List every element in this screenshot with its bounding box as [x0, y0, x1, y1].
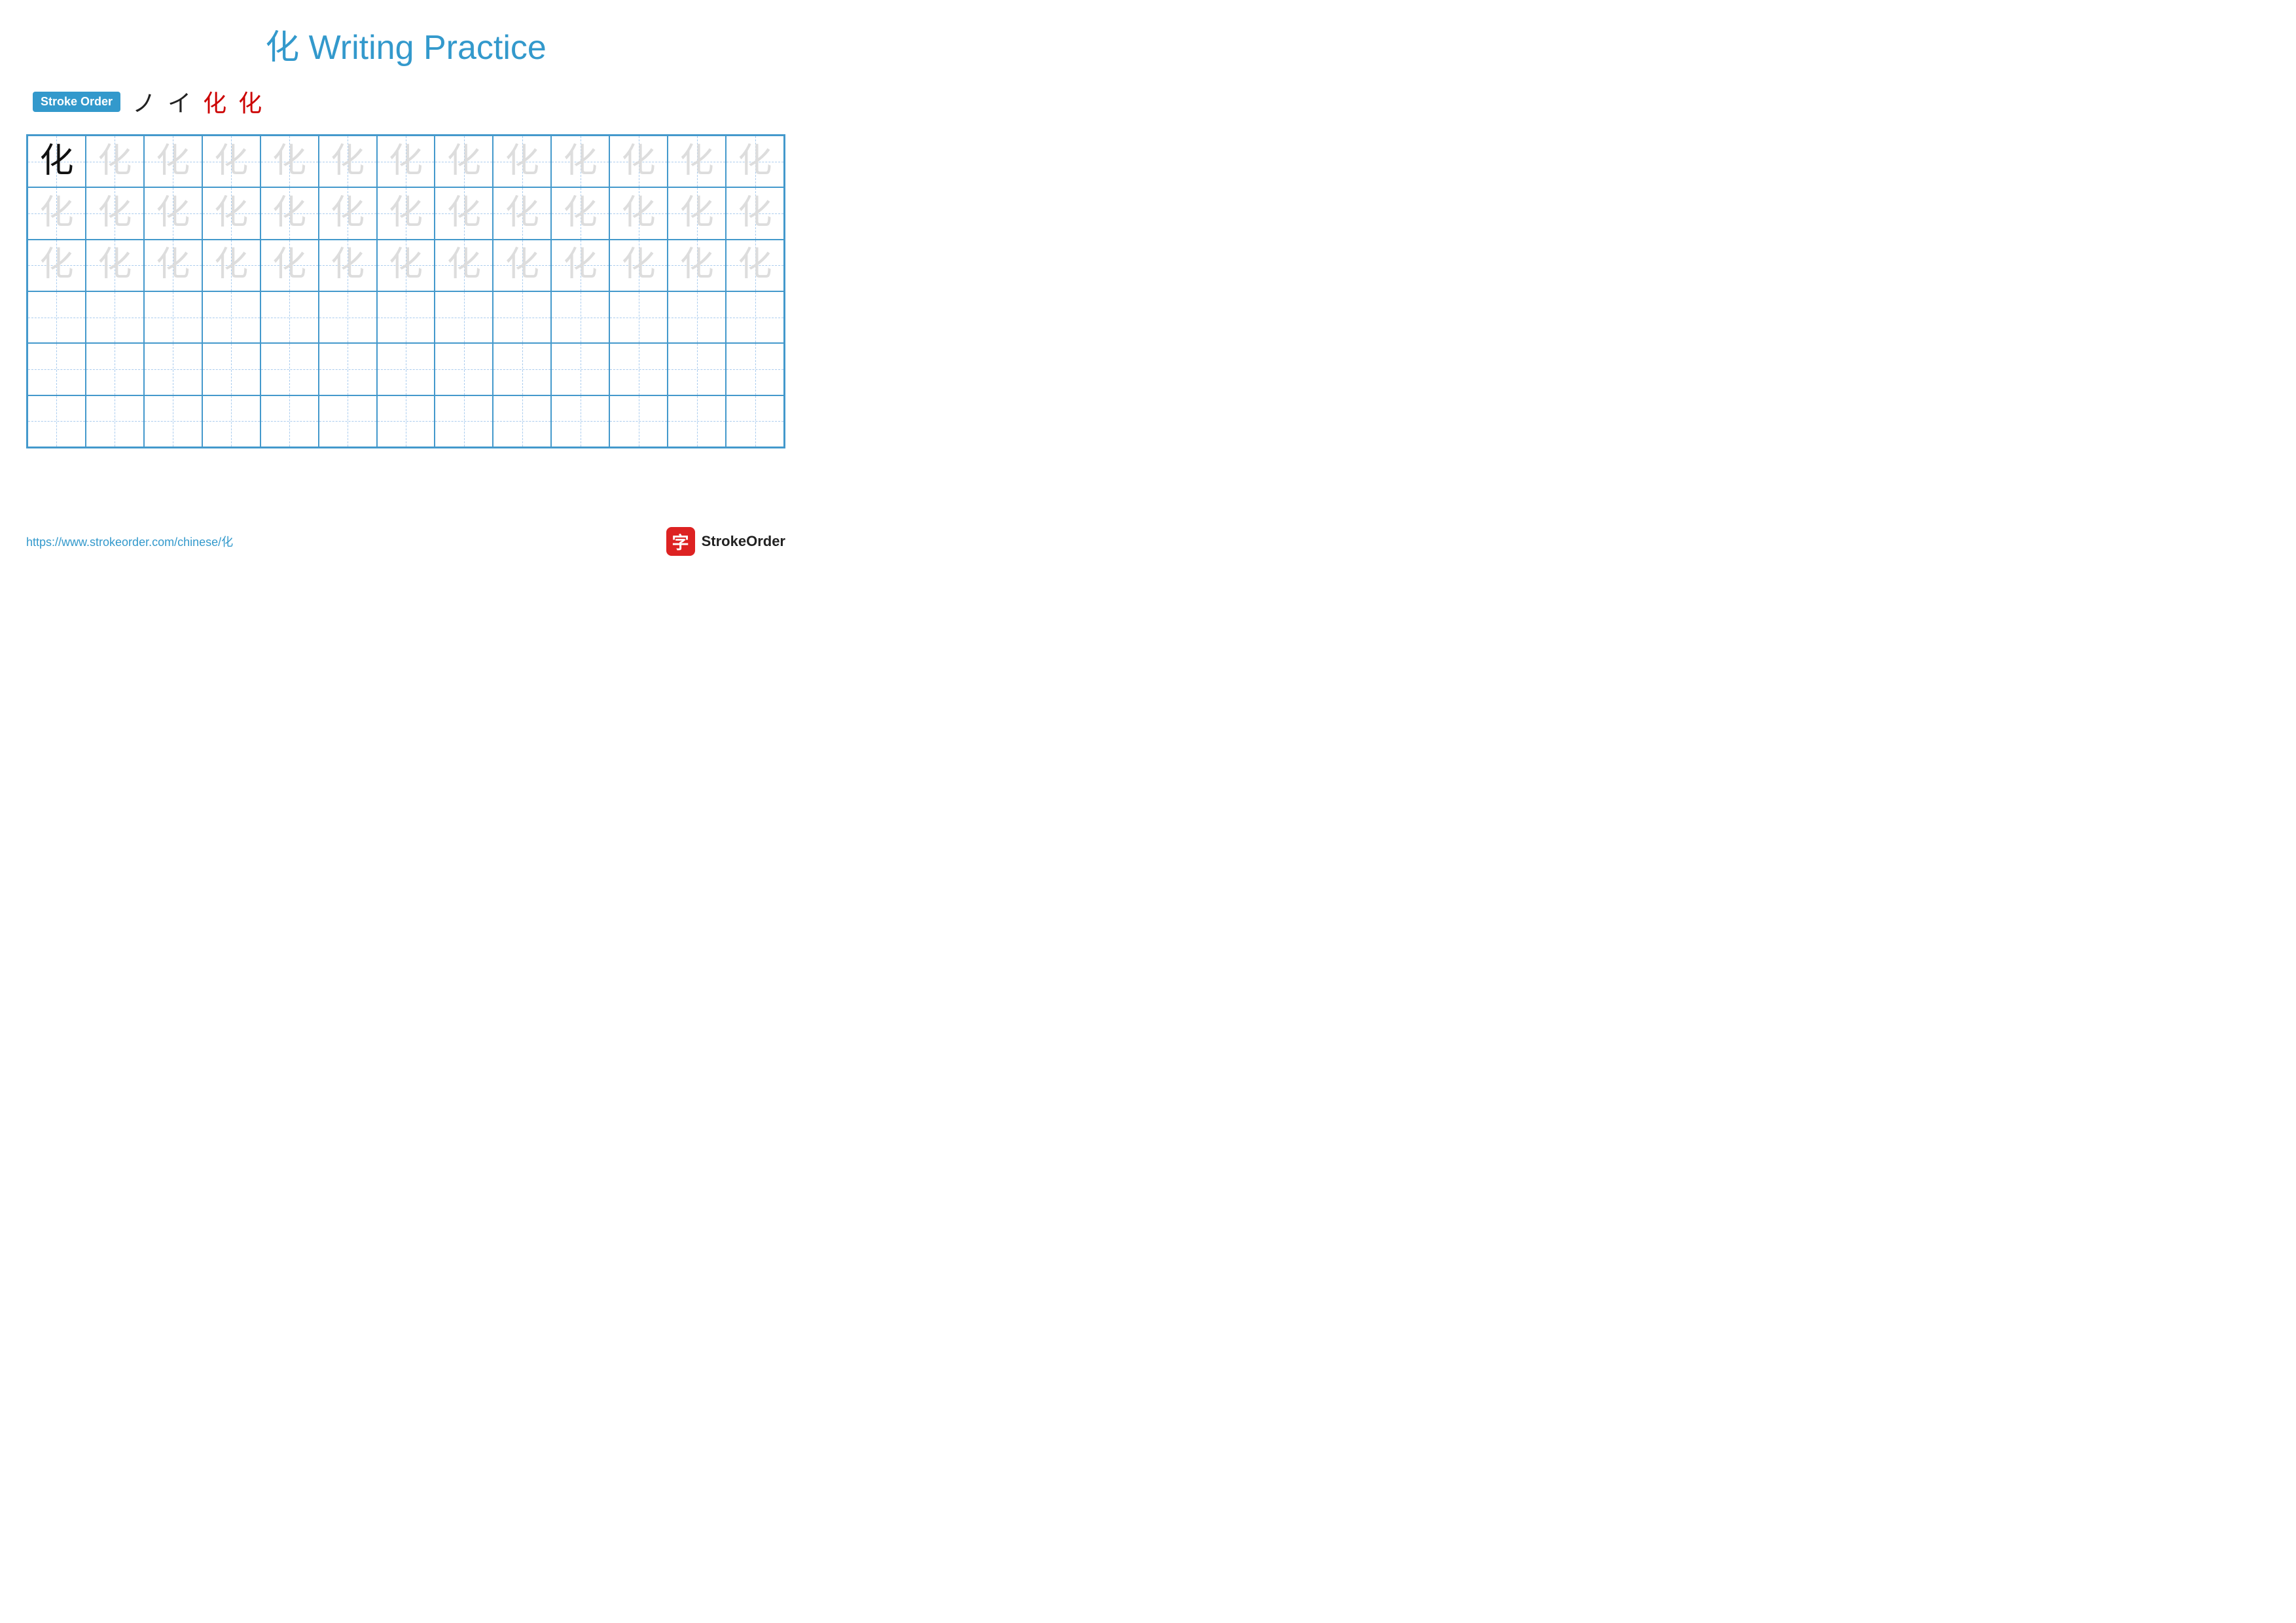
- grid-cell[interactable]: 化: [86, 187, 144, 239]
- stroke-step-1: ノ: [132, 84, 156, 119]
- title-character: 化: [265, 29, 299, 67]
- writing-grid: 化化化化化化化化化化化化化化化化化化化化化化化化化化化化化化化化化化化化化化化: [26, 134, 785, 448]
- grid-cell[interactable]: [668, 395, 726, 447]
- grid-cell[interactable]: [319, 395, 377, 447]
- grid-cell[interactable]: 化: [609, 136, 668, 187]
- grid-cell[interactable]: 化: [377, 136, 435, 187]
- grid-cell[interactable]: 化: [493, 136, 551, 187]
- grid-cell[interactable]: [86, 291, 144, 343]
- grid-cell[interactable]: [377, 395, 435, 447]
- stroke-step-2: イ: [168, 84, 191, 119]
- grid-cell[interactable]: [260, 343, 319, 395]
- grid-cell[interactable]: 化: [319, 136, 377, 187]
- stroke-step-3: 化: [203, 84, 226, 119]
- grid-cell[interactable]: [27, 343, 86, 395]
- grid-cell[interactable]: 化: [202, 136, 260, 187]
- grid-cell[interactable]: 化: [86, 136, 144, 187]
- brand-name: StrokeOrder: [702, 533, 785, 550]
- grid-cell[interactable]: 化: [668, 187, 726, 239]
- grid-cell[interactable]: [726, 395, 784, 447]
- grid-cell[interactable]: [668, 291, 726, 343]
- grid-cell[interactable]: 化: [260, 240, 319, 291]
- title-rest: Writing Practice: [299, 29, 547, 67]
- grid-cell[interactable]: [27, 291, 86, 343]
- grid-cell[interactable]: [493, 343, 551, 395]
- grid-cell[interactable]: [144, 343, 202, 395]
- grid-cell[interactable]: 化: [27, 136, 86, 187]
- grid-cell[interactable]: [86, 395, 144, 447]
- grid-cell[interactable]: [609, 395, 668, 447]
- grid-cell[interactable]: [27, 395, 86, 447]
- footer: https://www.strokeorder.com/chinese/化 字 …: [26, 527, 785, 556]
- grid-cell[interactable]: [609, 343, 668, 395]
- grid-cell[interactable]: 化: [27, 187, 86, 239]
- grid-cell[interactable]: 化: [202, 240, 260, 291]
- footer-brand: 字 StrokeOrder: [666, 527, 785, 556]
- grid-cell[interactable]: 化: [144, 136, 202, 187]
- grid-cell[interactable]: 化: [551, 187, 609, 239]
- grid-cell[interactable]: [202, 291, 260, 343]
- grid-cell[interactable]: 化: [726, 187, 784, 239]
- grid-cell[interactable]: 化: [668, 136, 726, 187]
- grid-cell[interactable]: 化: [493, 240, 551, 291]
- grid-cell[interactable]: 化: [726, 240, 784, 291]
- brand-icon: 字: [666, 527, 695, 556]
- grid-cell[interactable]: [551, 291, 609, 343]
- grid-cell[interactable]: 化: [144, 187, 202, 239]
- stroke-order-section: Stroke Order ノ イ 化 化: [33, 84, 785, 119]
- grid-cell[interactable]: [435, 343, 493, 395]
- grid-cell[interactable]: 化: [144, 240, 202, 291]
- grid-cell[interactable]: 化: [551, 240, 609, 291]
- grid-cell[interactable]: [493, 291, 551, 343]
- grid-cell[interactable]: [435, 395, 493, 447]
- grid-cell[interactable]: 化: [726, 136, 784, 187]
- footer-url[interactable]: https://www.strokeorder.com/chinese/化: [26, 533, 233, 550]
- grid-cell[interactable]: [144, 395, 202, 447]
- grid-cell[interactable]: [260, 291, 319, 343]
- grid-cell[interactable]: 化: [609, 240, 668, 291]
- grid-cell[interactable]: 化: [202, 187, 260, 239]
- grid-cell[interactable]: 化: [260, 136, 319, 187]
- grid-cell[interactable]: 化: [435, 187, 493, 239]
- grid-cell[interactable]: 化: [493, 187, 551, 239]
- grid-cell[interactable]: 化: [435, 240, 493, 291]
- grid-cell[interactable]: 化: [319, 187, 377, 239]
- grid-cell[interactable]: [377, 343, 435, 395]
- grid-cell[interactable]: 化: [609, 187, 668, 239]
- grid-cell[interactable]: [319, 343, 377, 395]
- grid-cell[interactable]: [319, 291, 377, 343]
- grid-cell[interactable]: [726, 343, 784, 395]
- page-title: 化 Writing Practice: [26, 20, 785, 69]
- grid-cell[interactable]: [144, 291, 202, 343]
- grid-cell[interactable]: [551, 343, 609, 395]
- grid-cell[interactable]: 化: [319, 240, 377, 291]
- grid-cell[interactable]: [202, 395, 260, 447]
- grid-cell[interactable]: [260, 395, 319, 447]
- grid-cell[interactable]: [435, 291, 493, 343]
- grid-cell[interactable]: [377, 291, 435, 343]
- grid-cell[interactable]: 化: [27, 240, 86, 291]
- grid-cell[interactable]: [668, 343, 726, 395]
- grid-cell[interactable]: 化: [551, 136, 609, 187]
- grid-cell[interactable]: [726, 291, 784, 343]
- grid-cell[interactable]: 化: [377, 240, 435, 291]
- grid-cell[interactable]: 化: [86, 240, 144, 291]
- grid-cell[interactable]: [202, 343, 260, 395]
- stroke-step-4: 化: [238, 84, 262, 119]
- grid-cell[interactable]: [609, 291, 668, 343]
- grid-cell[interactable]: [551, 395, 609, 447]
- stroke-steps: ノ イ 化 化: [132, 84, 262, 119]
- stroke-order-badge: Stroke Order: [33, 92, 120, 112]
- grid-cell[interactable]: 化: [435, 136, 493, 187]
- grid-cell[interactable]: [86, 343, 144, 395]
- grid-cell[interactable]: 化: [668, 240, 726, 291]
- grid-cell[interactable]: [493, 395, 551, 447]
- grid-cell[interactable]: 化: [260, 187, 319, 239]
- grid-cell[interactable]: 化: [377, 187, 435, 239]
